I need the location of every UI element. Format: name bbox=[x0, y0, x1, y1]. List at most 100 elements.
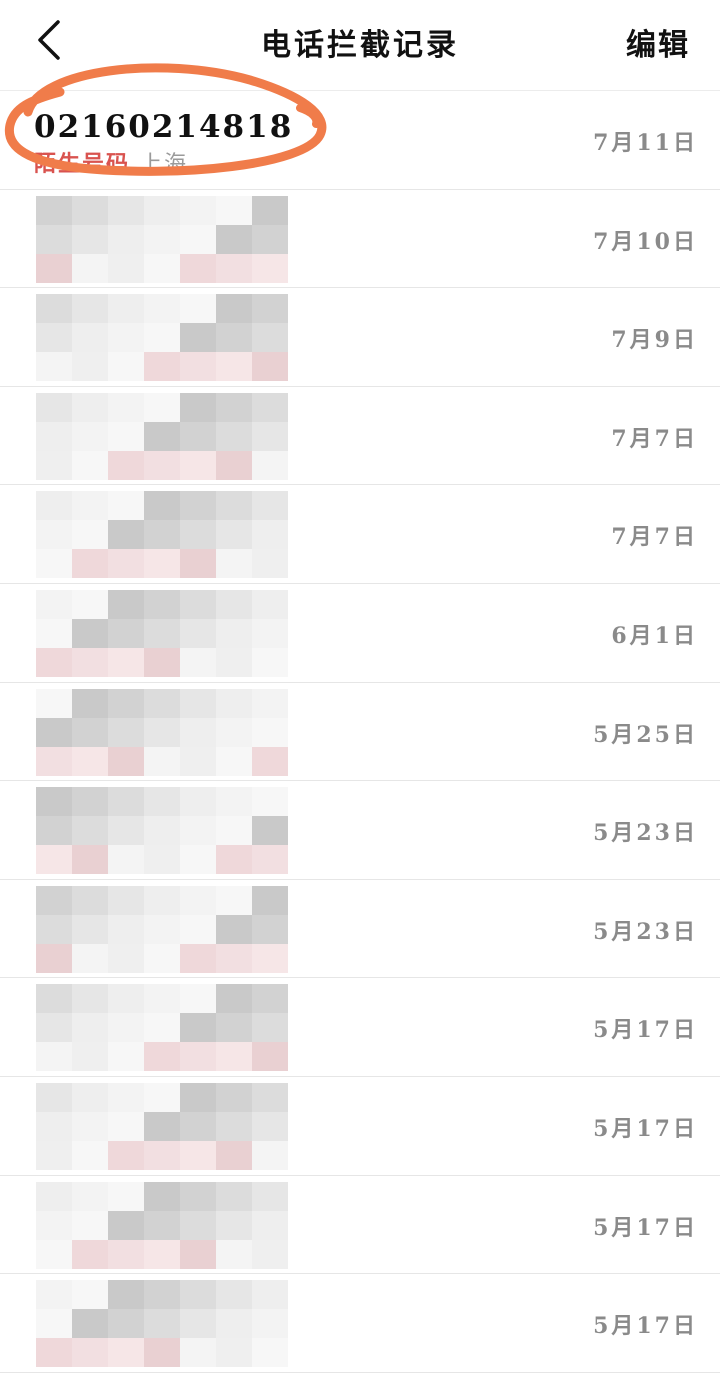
mosaic-cell bbox=[180, 647, 216, 677]
call-record-row[interactable]: 7月7日 bbox=[0, 387, 720, 486]
mosaic-cell bbox=[180, 845, 216, 875]
mosaic-cell bbox=[108, 688, 144, 718]
number-info: 陌生号码 上海 bbox=[34, 146, 188, 178]
mosaic-cell bbox=[180, 943, 216, 973]
mosaic-cell bbox=[216, 647, 252, 677]
call-record-row[interactable]: 6月1日 bbox=[0, 584, 720, 683]
mosaic-cell bbox=[72, 294, 108, 324]
mosaic-cell bbox=[180, 392, 216, 422]
mosaic-cell bbox=[108, 845, 144, 875]
mosaic-cell bbox=[72, 717, 108, 747]
mosaic-cell bbox=[252, 549, 288, 579]
mosaic-cell bbox=[72, 1309, 108, 1339]
mosaic-cell bbox=[252, 618, 288, 648]
mosaic-cell bbox=[72, 1013, 108, 1043]
mosaic-cell bbox=[252, 717, 288, 747]
record-date: 7月10日 bbox=[593, 228, 698, 255]
mosaic-cell bbox=[252, 520, 288, 550]
mosaic-cell bbox=[108, 195, 144, 225]
call-record-row[interactable]: 7月9日 bbox=[0, 288, 720, 387]
mosaic-cell bbox=[180, 1013, 216, 1043]
mosaic-cell bbox=[144, 224, 180, 254]
mosaic-cell bbox=[72, 1042, 108, 1072]
mosaic-cell bbox=[216, 845, 252, 875]
mosaic-cell bbox=[144, 520, 180, 550]
mosaic-cell bbox=[36, 421, 72, 451]
mosaic-cell bbox=[144, 549, 180, 579]
mosaic-cell bbox=[36, 717, 72, 747]
mosaic-cell bbox=[180, 914, 216, 944]
mosaic-cell bbox=[36, 914, 72, 944]
mosaic-cell bbox=[144, 450, 180, 480]
edit-button[interactable]: 编辑 bbox=[626, 20, 690, 64]
call-record-row[interactable]: 5月17日 bbox=[0, 1176, 720, 1275]
record-date: 5月17日 bbox=[593, 1115, 698, 1142]
call-record-row[interactable]: 02160214818 陌生号码 上海 7月11日 bbox=[0, 91, 720, 190]
mosaic-cell bbox=[180, 195, 216, 225]
mosaic-cell bbox=[144, 787, 180, 817]
mosaic-cell bbox=[36, 450, 72, 480]
mosaic-cell bbox=[72, 549, 108, 579]
mosaic-cell bbox=[72, 1181, 108, 1211]
record-date: 5月25日 bbox=[593, 721, 698, 748]
mosaic-cell bbox=[36, 1181, 72, 1211]
mosaic-cell bbox=[36, 845, 72, 875]
redacted-mosaic bbox=[36, 787, 288, 875]
record-date: 7月7日 bbox=[611, 425, 698, 452]
mosaic-cell bbox=[108, 253, 144, 283]
mosaic-cell bbox=[36, 688, 72, 718]
mosaic-cell bbox=[180, 1309, 216, 1339]
mosaic-cell bbox=[216, 1181, 252, 1211]
mosaic-cell bbox=[72, 421, 108, 451]
mosaic-cell bbox=[36, 1042, 72, 1072]
redacted-mosaic bbox=[36, 195, 288, 283]
mosaic-cell bbox=[144, 1042, 180, 1072]
mosaic-cell bbox=[216, 1280, 252, 1310]
call-record-row[interactable]: 5月17日 bbox=[0, 1077, 720, 1176]
mosaic-cell bbox=[72, 787, 108, 817]
mosaic-cell bbox=[72, 1239, 108, 1269]
call-record-row[interactable]: 5月17日 bbox=[0, 1274, 720, 1373]
mosaic-cell bbox=[108, 816, 144, 846]
mosaic-cell bbox=[36, 1111, 72, 1141]
mosaic-cell bbox=[180, 549, 216, 579]
call-record-row[interactable]: 7月10日 bbox=[0, 190, 720, 289]
mosaic-cell bbox=[72, 195, 108, 225]
mosaic-cell bbox=[216, 717, 252, 747]
mosaic-cell bbox=[252, 885, 288, 915]
mosaic-cell bbox=[144, 717, 180, 747]
mosaic-cell bbox=[216, 1140, 252, 1170]
call-record-row[interactable]: 5月23日 bbox=[0, 880, 720, 979]
mosaic-cell bbox=[36, 323, 72, 353]
call-record-row[interactable]: 5月23日 bbox=[0, 781, 720, 880]
mosaic-cell bbox=[180, 787, 216, 817]
call-record-row[interactable]: 5月25日 bbox=[0, 683, 720, 782]
mosaic-cell bbox=[144, 294, 180, 324]
mosaic-cell bbox=[36, 392, 72, 422]
mosaic-cell bbox=[72, 746, 108, 776]
mosaic-cell bbox=[72, 392, 108, 422]
call-record-row[interactable]: 5月17日 bbox=[0, 978, 720, 1077]
record-date: 5月23日 bbox=[593, 918, 698, 945]
mosaic-cell bbox=[144, 1239, 180, 1269]
mosaic-cell bbox=[144, 253, 180, 283]
mosaic-cell bbox=[252, 1082, 288, 1112]
mosaic-cell bbox=[216, 195, 252, 225]
record-date: 6月1日 bbox=[611, 622, 698, 649]
mosaic-cell bbox=[36, 943, 72, 973]
mosaic-cell bbox=[144, 392, 180, 422]
mosaic-cell bbox=[36, 1210, 72, 1240]
mosaic-cell bbox=[252, 1013, 288, 1043]
mosaic-cell bbox=[252, 1280, 288, 1310]
mosaic-cell bbox=[180, 1082, 216, 1112]
mosaic-cell bbox=[36, 816, 72, 846]
call-record-row[interactable]: 7月7日 bbox=[0, 485, 720, 584]
mosaic-cell bbox=[108, 491, 144, 521]
mosaic-cell bbox=[252, 984, 288, 1014]
mosaic-cell bbox=[144, 688, 180, 718]
redacted-mosaic bbox=[36, 1082, 288, 1170]
mosaic-cell bbox=[108, 1338, 144, 1368]
mosaic-cell bbox=[72, 943, 108, 973]
mosaic-cell bbox=[180, 1140, 216, 1170]
redacted-mosaic bbox=[36, 392, 288, 480]
